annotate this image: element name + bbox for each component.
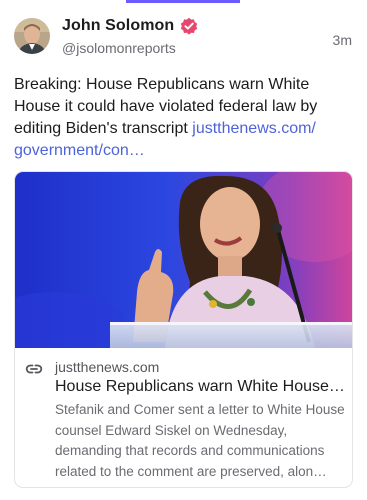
author-name[interactable]: John Solomon (62, 17, 174, 35)
post-timestamp: 3m (332, 32, 352, 48)
link-chain-icon (25, 360, 43, 378)
avatar[interactable] (14, 18, 50, 54)
post-body: Breaking: House Republicans warn White H… (14, 74, 354, 162)
link-preview-image[interactable] (15, 172, 352, 348)
link-preview-card[interactable]: justthenews.com House Republicans warn W… (14, 171, 353, 488)
post-header: John Solomon @jsolomonreports 3m (14, 16, 354, 60)
author-handle[interactable]: @jsolomonreports (62, 40, 176, 56)
link-preview-meta[interactable]: justthenews.com House Republicans warn W… (15, 348, 352, 487)
active-tab-indicator (126, 0, 240, 3)
link-title[interactable]: House Republicans warn White House… (55, 377, 347, 397)
verified-badge-icon (180, 17, 198, 35)
link-domain: justthenews.com (55, 359, 160, 375)
link-description: Stefanik and Comer sent a letter to Whit… (55, 402, 345, 479)
